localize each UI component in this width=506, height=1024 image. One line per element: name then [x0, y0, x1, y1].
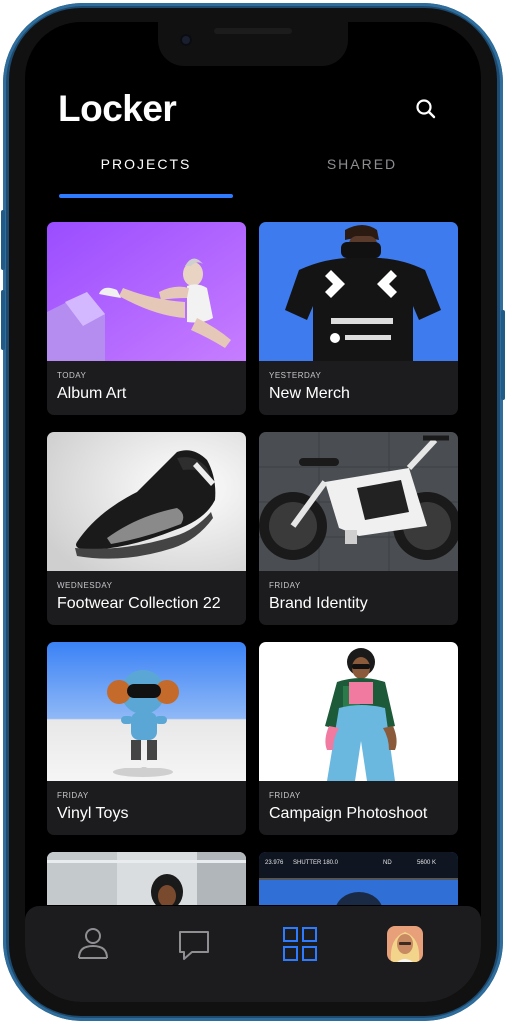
- project-thumbnail: [259, 432, 458, 571]
- camera-hud-fps: 23.976: [265, 860, 284, 866]
- project-date: FRIDAY: [57, 791, 89, 800]
- project-date: TODAY: [57, 371, 87, 380]
- camera-hud-shutter: SHUTTER 180.0: [293, 860, 339, 866]
- camera-hud-nd: ND: [383, 860, 392, 866]
- search-button[interactable]: [413, 96, 439, 122]
- active-tab-indicator: [59, 194, 233, 198]
- project-thumbnail: [259, 642, 458, 781]
- page-title: Locker: [58, 88, 177, 129]
- screen: Locker PROJECTS SHARED TODAY Album Art Y…: [25, 22, 481, 1002]
- avatar[interactable]: [387, 926, 423, 962]
- project-card[interactable]: YESTERDAY New Merch: [259, 222, 458, 415]
- nav-messages[interactable]: [172, 922, 216, 966]
- search-icon: [416, 99, 436, 119]
- volume-button: [1, 290, 5, 350]
- project-thumbnail: [47, 642, 246, 781]
- project-title: Album Art: [57, 385, 127, 402]
- projects-grid: TODAY Album Art YESTERDAY New Merch WEDN…: [47, 222, 461, 905]
- camera-hud-wb: 5600 K: [417, 860, 436, 866]
- project-thumbnail: [47, 222, 246, 361]
- project-thumbnail: [47, 432, 246, 571]
- project-title: Brand Identity: [269, 595, 368, 612]
- volume-button: [1, 210, 5, 270]
- project-title: Footwear Collection 22: [57, 595, 221, 612]
- project-card[interactable]: WEDNESDAY Footwear Collection 22: [47, 432, 246, 625]
- tab-projects[interactable]: PROJECTS: [61, 156, 231, 172]
- bottom-nav: [25, 906, 481, 1002]
- project-date: YESTERDAY: [269, 371, 322, 380]
- speaker: [214, 28, 292, 34]
- project-card[interactable]: TODAY Album Art: [47, 222, 246, 415]
- project-thumbnail: [259, 222, 458, 361]
- power-button: [501, 310, 505, 400]
- tab-shared[interactable]: SHARED: [277, 156, 447, 172]
- project-date: WEDNESDAY: [57, 581, 113, 590]
- project-thumbnail: 23.976 SHUTTER 180.0 ND 5600 K: [259, 852, 458, 905]
- project-card[interactable]: 23.976 SHUTTER 180.0 ND 5600 K: [259, 852, 458, 905]
- project-card[interactable]: FRIDAY Campaign Photoshoot: [259, 642, 458, 835]
- grid-icon: [283, 927, 317, 961]
- project-title: Campaign Photoshoot: [269, 805, 428, 822]
- project-card[interactable]: FRIDAY Vinyl Toys: [47, 642, 246, 835]
- project-card[interactable]: [47, 852, 246, 905]
- nav-profile[interactable]: [71, 922, 115, 966]
- notch: [158, 22, 348, 66]
- project-thumbnail: [47, 852, 246, 905]
- project-date: FRIDAY: [269, 581, 301, 590]
- project-date: FRIDAY: [269, 791, 301, 800]
- person-icon: [78, 928, 108, 959]
- chat-icon: [179, 931, 209, 960]
- front-camera: [180, 34, 192, 46]
- project-title: New Merch: [269, 385, 350, 402]
- nav-projects[interactable]: [278, 922, 322, 966]
- project-title: Vinyl Toys: [57, 805, 129, 822]
- project-card[interactable]: FRIDAY Brand Identity: [259, 432, 458, 625]
